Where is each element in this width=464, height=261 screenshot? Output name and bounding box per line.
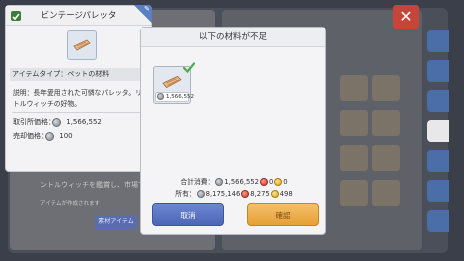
grid-slot bbox=[372, 145, 400, 171]
total-red: 0 bbox=[268, 178, 274, 186]
detail-corner-icon: ✎ bbox=[134, 5, 152, 23]
zeny-coin-icon bbox=[45, 131, 54, 141]
item-description: 説明：長年愛用された可憐なパレッタ。リトルウィッチの好物。 bbox=[13, 89, 142, 108]
side-tab[interactable] bbox=[427, 90, 449, 112]
trade-price-row: 取引所価格： 1,566,552 bbox=[13, 116, 102, 128]
insufficient-materials-dialog: 以下の材料が不足 1,566,552 合計消費： 1,566,552 0 0 所有： 8… bbox=[140, 27, 326, 235]
dialog-title: 以下の材料が不足 bbox=[141, 28, 325, 47]
total-gold: 0 bbox=[283, 178, 288, 186]
close-icon[interactable]: ✕ bbox=[393, 5, 419, 29]
side-tab[interactable] bbox=[427, 30, 449, 52]
item-detail-popup: ビンテージパレッタ ✎ アイテムタイプ：ペットの材料 説明：長年愛用された可憐な… bbox=[5, 5, 152, 172]
grid-slot bbox=[372, 75, 400, 101]
side-tab[interactable] bbox=[427, 210, 449, 232]
side-tab[interactable] bbox=[427, 150, 449, 172]
total-zeny: 1,566,552 bbox=[224, 178, 259, 186]
zeny-coin-icon bbox=[157, 93, 164, 100]
owned-label: 所有： bbox=[175, 190, 196, 198]
side-tab-active[interactable] bbox=[427, 120, 449, 142]
side-tab[interactable] bbox=[427, 60, 449, 82]
grid-slot bbox=[372, 110, 400, 136]
material-price: 1,566,552 bbox=[166, 94, 194, 100]
grid-slot bbox=[340, 145, 368, 171]
owned-gold: 498 bbox=[279, 190, 293, 198]
grid-slot bbox=[372, 180, 400, 206]
total-label: 合計消費： bbox=[180, 178, 215, 186]
grid-slot bbox=[340, 75, 368, 101]
zeny-coin-icon bbox=[196, 190, 205, 198]
sell-price-label: 売却価格： bbox=[13, 132, 48, 140]
trade-price-label: 取引所価格： bbox=[13, 118, 55, 126]
background-button: 素材アイテム bbox=[95, 215, 137, 229]
owned-zeny: 8,175,146 bbox=[205, 190, 241, 198]
red-gem-icon bbox=[241, 190, 250, 198]
sell-price-row: 売却価格： 100 bbox=[13, 130, 73, 142]
item-icon-frame bbox=[67, 30, 97, 60]
material-slot[interactable]: 1,566,552 bbox=[153, 62, 195, 104]
material-price-tag: 1,566,552 bbox=[155, 92, 194, 102]
checkmark-icon bbox=[183, 62, 195, 73]
item-detail-title: ビンテージパレッタ bbox=[6, 6, 151, 26]
cancel-button[interactable]: 取消 bbox=[152, 203, 224, 226]
side-tab[interactable] bbox=[427, 180, 449, 202]
trade-price-value: 1,566,552 bbox=[66, 118, 102, 126]
barrette-icon bbox=[73, 39, 91, 51]
sell-price-value: 100 bbox=[59, 132, 73, 140]
red-gem-icon bbox=[259, 178, 268, 186]
grid-slot bbox=[340, 110, 368, 136]
barrette-icon bbox=[162, 75, 182, 89]
zeny-coin-icon bbox=[52, 117, 61, 127]
grid-slot bbox=[340, 180, 368, 206]
gold-coin-icon bbox=[270, 190, 279, 198]
divider bbox=[12, 112, 146, 113]
gold-coin-icon bbox=[274, 178, 283, 186]
background-hint-2: アイテムが作成されます bbox=[40, 201, 100, 207]
owned-red: 8,275 bbox=[250, 190, 270, 198]
flag-icon bbox=[11, 11, 21, 21]
item-type-label: アイテムタイプ：ペットの材料 bbox=[10, 68, 147, 81]
total-cost-row: 合計消費： 1,566,552 0 0 bbox=[141, 176, 327, 186]
zeny-coin-icon bbox=[215, 178, 224, 186]
owned-row: 所有： 8,175,146 8,275 498 bbox=[141, 188, 327, 198]
confirm-button[interactable]: 確認 bbox=[247, 203, 319, 226]
